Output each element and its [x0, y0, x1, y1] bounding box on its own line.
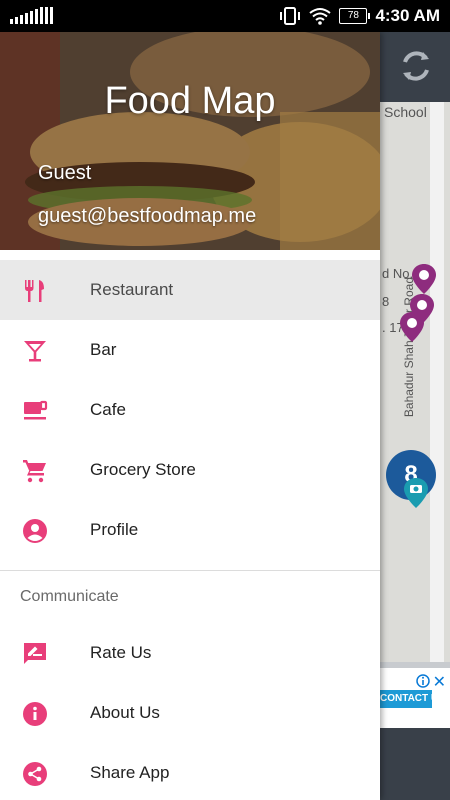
- menu-item-label: Restaurant: [90, 280, 174, 299]
- user-name: Guest: [38, 162, 92, 184]
- camera-place-icon[interactable]: [404, 478, 428, 508]
- menu-item-label: Profile: [90, 520, 139, 539]
- info-icon: [23, 702, 47, 726]
- map-marker-icon[interactable]: [412, 264, 436, 294]
- ad-contact-button[interactable]: CONTACT US: [380, 690, 432, 708]
- clock: 4:30 AM: [375, 6, 440, 25]
- navigation-drawer: Food Map Guest guest@bestfoodmap.me Rest…: [0, 32, 380, 800]
- bottom-bar: [380, 728, 450, 800]
- menu-item-restaurant[interactable]: Restaurant: [0, 260, 380, 320]
- menu-item-about-us[interactable]: About Us: [0, 683, 380, 743]
- menu-item-share-app[interactable]: Share App: [0, 743, 380, 800]
- menu-item-label: Bar: [90, 340, 117, 359]
- drawer-header: Food Map Guest guest@bestfoodmap.me: [0, 32, 380, 250]
- menu-item-cafe[interactable]: Cafe: [0, 380, 380, 440]
- menu-item-profile[interactable]: Profile: [0, 500, 380, 560]
- share-icon: [23, 762, 47, 786]
- menu-item-label: Grocery Store: [90, 460, 196, 479]
- wifi-icon: [309, 8, 332, 25]
- signal-strength-icon: [10, 7, 53, 24]
- cocktail-icon: [24, 341, 46, 362]
- status-bar: 78 4:30 AM: [0, 0, 450, 32]
- refresh-icon[interactable]: [396, 46, 436, 86]
- coffee-cup-icon: [24, 400, 48, 420]
- map-label: 8: [382, 294, 390, 309]
- user-email: guest@bestfoodmap.me: [38, 205, 257, 227]
- shopping-cart-icon: [23, 460, 46, 483]
- ad-close-icon[interactable]: ✕: [433, 672, 446, 692]
- menu-item-label: About Us: [90, 703, 160, 722]
- map-marker-icon[interactable]: [400, 312, 424, 342]
- restaurant-icon: [25, 280, 44, 302]
- menu-item-label: Cafe: [90, 400, 126, 419]
- menu-item-label: Share App: [90, 763, 170, 782]
- menu-item-bar[interactable]: Bar: [0, 320, 380, 380]
- map-road: [430, 102, 444, 662]
- menu-item-label: Rate Us: [90, 643, 152, 662]
- menu-item-rate-us[interactable]: Rate Us: [0, 623, 380, 683]
- section-title-communicate: Communicate: [20, 588, 119, 605]
- account-circle-icon: [23, 519, 47, 543]
- rate-review-icon: [24, 643, 46, 664]
- battery-icon: 78: [339, 8, 371, 24]
- app-title: Food Map: [104, 80, 276, 122]
- drawer-menu: Restaurant Bar Cafe Grocery Store Profil…: [0, 260, 380, 800]
- map-label-school: School: [384, 104, 427, 120]
- menu-item-grocery-store[interactable]: Grocery Store: [0, 440, 380, 500]
- ad-info-icon[interactable]: [416, 674, 430, 688]
- vibrate-icon: [280, 7, 301, 25]
